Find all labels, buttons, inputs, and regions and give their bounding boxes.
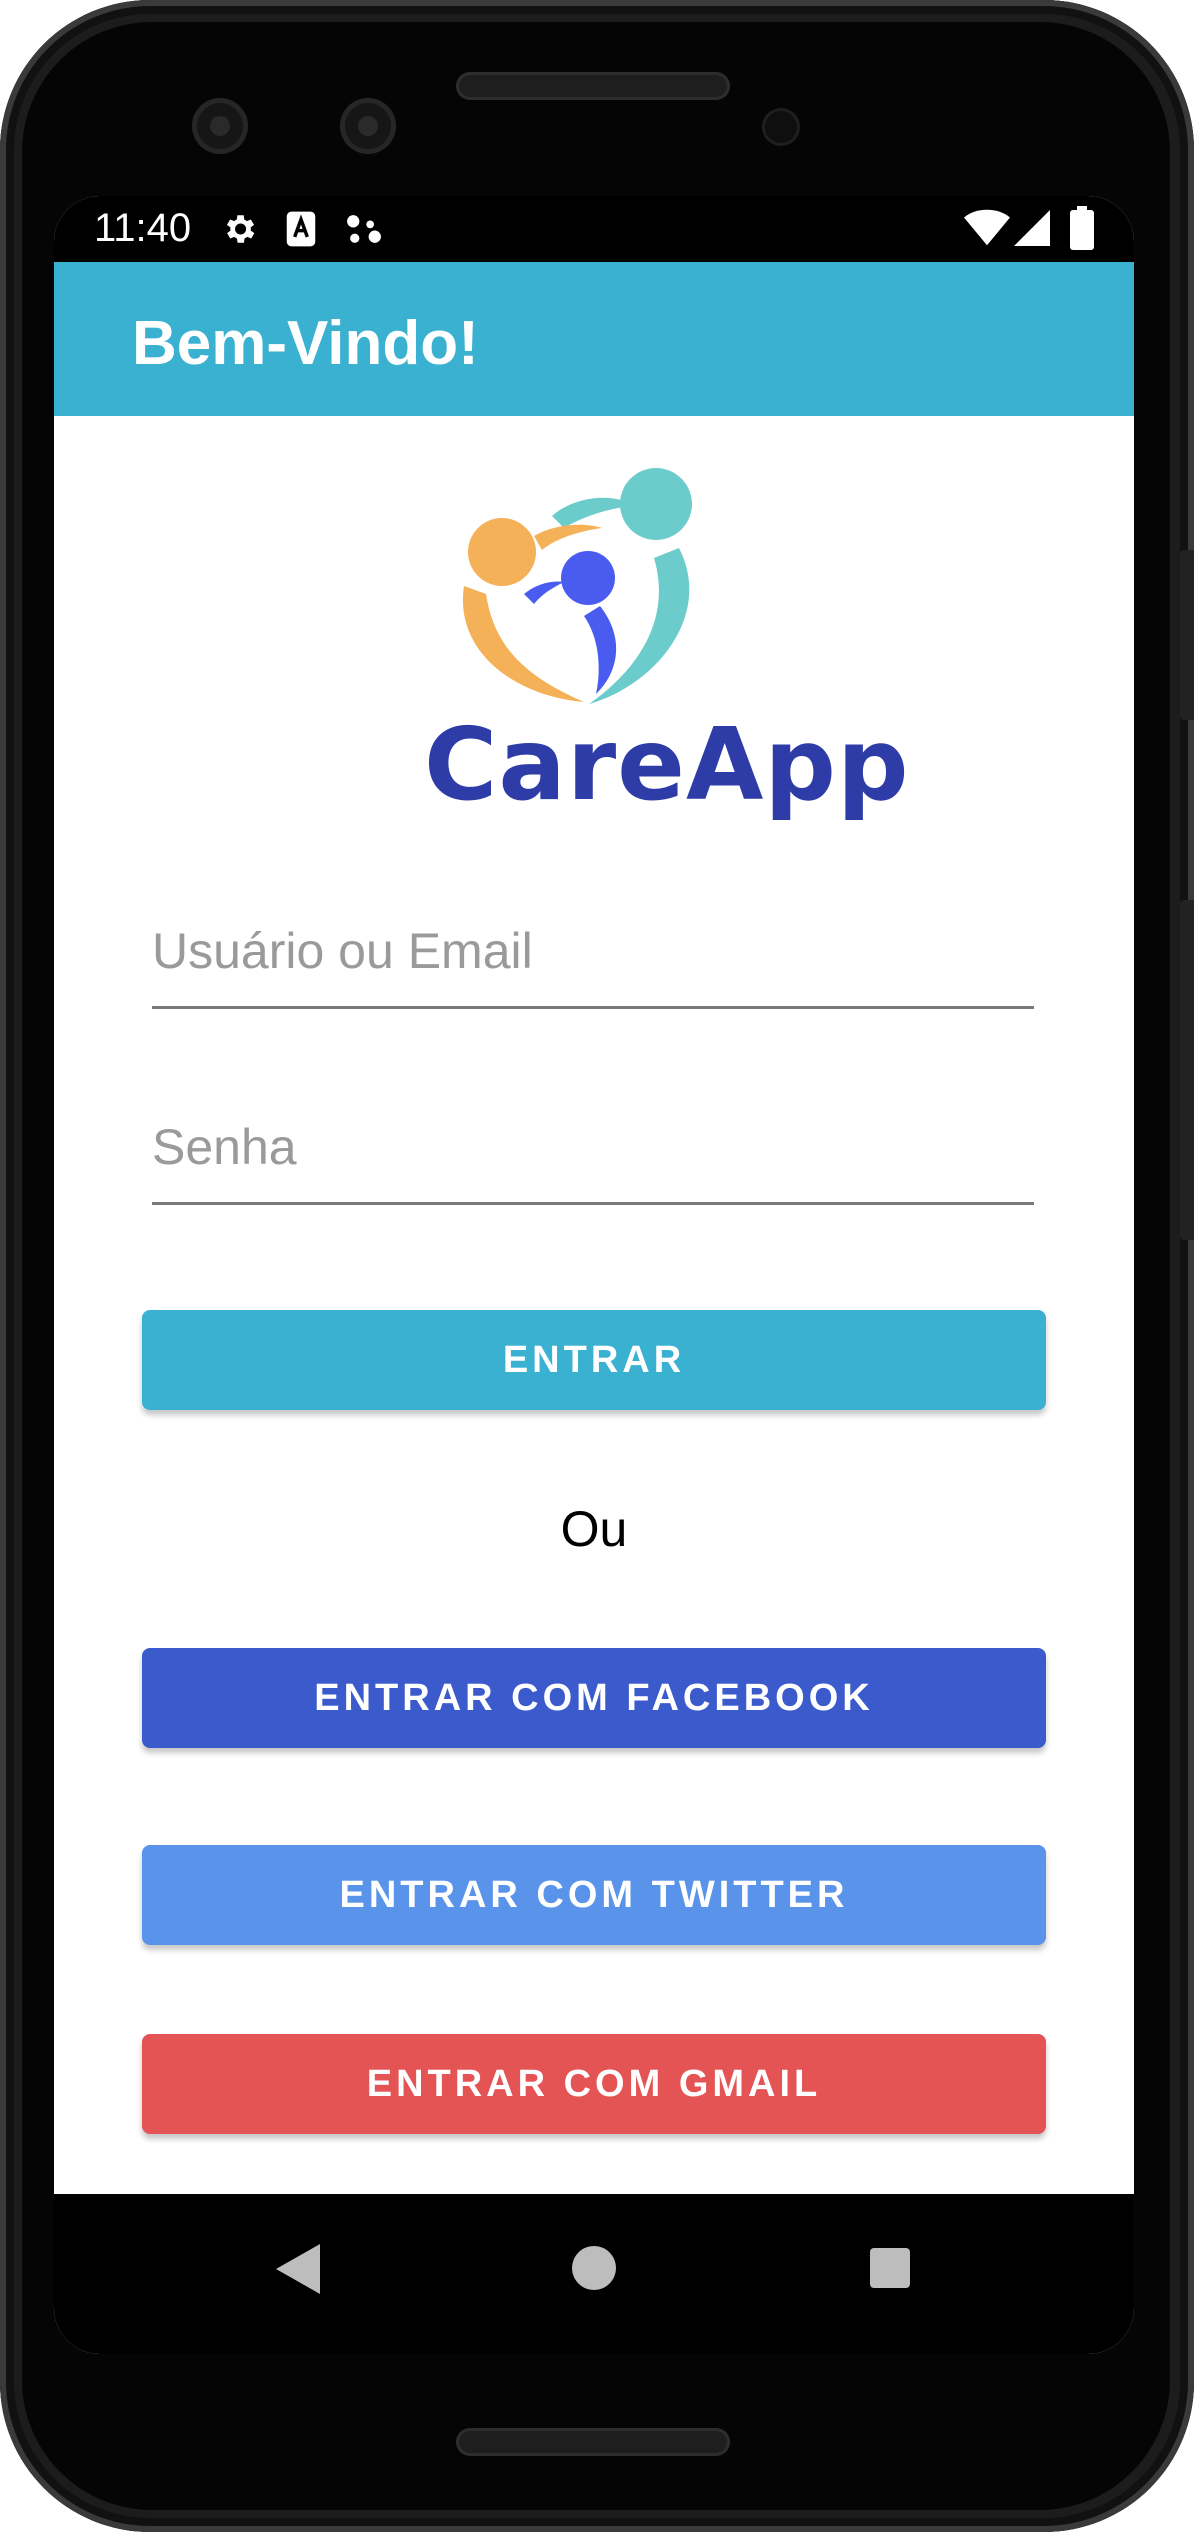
proximity-sensor: [762, 108, 800, 146]
login-button[interactable]: ENTRAR: [142, 1310, 1046, 1410]
earpiece-speaker: [456, 72, 730, 100]
status-time: 11:40: [94, 206, 192, 250]
home-icon[interactable]: [572, 2246, 616, 2290]
gmail-login-button[interactable]: ENTRAR COM GMAIL: [142, 2034, 1046, 2134]
battery-icon: [1070, 206, 1094, 250]
app-screen: 11:40 Bem-Vindo! CareApp Usuário ou Emai…: [54, 196, 1134, 2354]
recents-icon[interactable]: [870, 2248, 910, 2288]
password-input[interactable]: [152, 1092, 1034, 1205]
front-camera-icon: [192, 98, 248, 154]
assistant-dots-icon: [347, 215, 381, 243]
cell-signal-icon: [1014, 210, 1050, 246]
back-icon[interactable]: [276, 2244, 320, 2294]
careapp-logo: CareApp: [424, 466, 909, 826]
page-title: Bem-Vindo!: [132, 309, 479, 378]
front-camera-icon: [340, 98, 396, 154]
status-bar: 11:40: [54, 196, 1134, 262]
logo-graphic: [462, 468, 692, 704]
gear-icon: [226, 215, 255, 243]
wifi-icon: [964, 209, 1010, 246]
or-separator: Ou: [560, 1501, 628, 1557]
volume-rocker: [1180, 900, 1194, 1240]
system-nav-bar: [54, 2194, 1134, 2354]
power-button: [1180, 550, 1194, 720]
text-a-icon: [286, 211, 316, 247]
phone-frame: 11:40 Bem-Vindo! CareApp Usuário ou Emai…: [0, 0, 1194, 2532]
twitter-login-button[interactable]: ENTRAR COM TWITTER: [142, 1845, 1046, 1945]
app-bar: Bem-Vindo!: [54, 262, 1134, 416]
logo-text: CareApp: [424, 706, 910, 823]
bottom-speaker: [456, 2428, 730, 2456]
username-input[interactable]: [152, 896, 1034, 1009]
facebook-login-button[interactable]: ENTRAR COM FACEBOOK: [142, 1648, 1046, 1748]
